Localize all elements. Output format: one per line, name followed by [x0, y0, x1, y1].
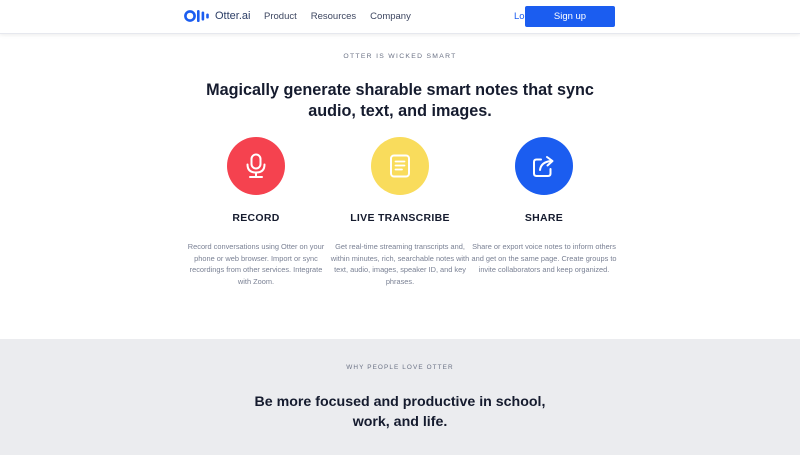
- brand-name: Otter.ai: [215, 10, 251, 22]
- top-navigation-bar: Otter.ai Product Resources Company Log i…: [0, 0, 800, 34]
- nav-item-company[interactable]: Company: [370, 11, 411, 22]
- feature-title: LIVE TRANSCRIBE: [350, 212, 450, 224]
- otter-logo-icon: [184, 9, 210, 23]
- love-eyebrow: WHY PEOPLE LOVE OTTER: [346, 364, 454, 371]
- love-headline: Be more focused and productive in school…: [254, 394, 546, 430]
- microphone-icon: [246, 153, 266, 178]
- section-eyebrow: OTTER IS WICKED SMART: [343, 53, 457, 60]
- nav-item-product[interactable]: Product: [264, 11, 297, 22]
- signup-button[interactable]: Sign up: [525, 6, 615, 27]
- share-circle: [515, 137, 573, 195]
- feature-share: SHARE Share or export voice notes to inf…: [469, 137, 619, 276]
- transcribe-circle: [371, 137, 429, 195]
- otter-logo[interactable]: Otter.ai: [184, 9, 250, 23]
- love-section: WHY PEOPLE LOVE OTTER Be more focused an…: [0, 339, 800, 455]
- feature-description: Get real-time streaming transcripts and,…: [330, 242, 470, 286]
- feature-record: RECORD Record conversations using Otter …: [181, 137, 331, 287]
- section-headline: Magically generate sharable smart notes …: [206, 81, 594, 120]
- share-icon: [533, 156, 554, 177]
- main-nav: Product Resources Company: [264, 11, 411, 22]
- feature-title: SHARE: [524, 212, 564, 224]
- feature-live-transcribe: LIVE TRANSCRIBE Get real-time streaming …: [325, 137, 475, 287]
- feature-description: Share or export voice notes to inform ot…: [471, 242, 617, 274]
- feature-title: RECORD: [232, 212, 280, 224]
- nav-item-resources[interactable]: Resources: [311, 11, 356, 22]
- document-icon: [390, 154, 410, 178]
- record-circle: [227, 137, 285, 195]
- feature-description: Record conversations using Otter on your…: [187, 242, 325, 286]
